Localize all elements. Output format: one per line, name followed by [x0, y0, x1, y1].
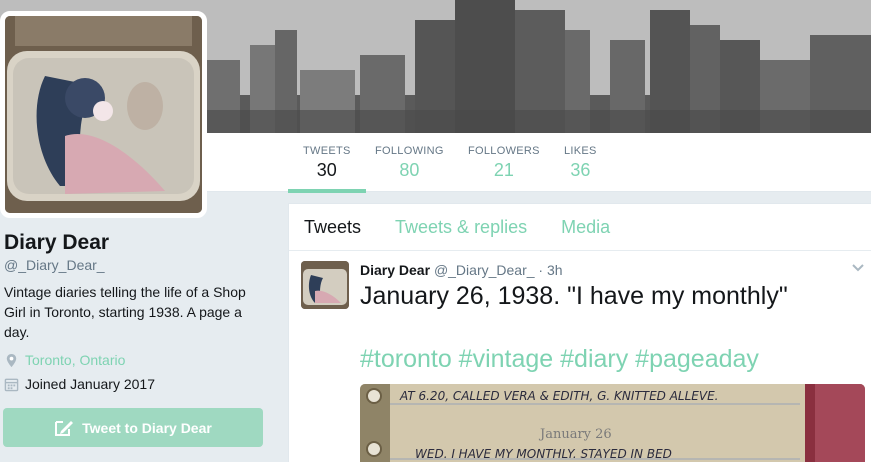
- chevron-down-icon[interactable]: [851, 260, 865, 274]
- calendar-icon: [4, 378, 19, 391]
- tweet-avatar[interactable]: [301, 261, 349, 309]
- location-pin-icon: [6, 353, 17, 367]
- compose-icon: [55, 420, 74, 436]
- profile-location: Toronto, Ontario: [4, 352, 125, 368]
- tweet-header: Diary Dear @_Diary_Dear_ · 3h: [360, 262, 563, 278]
- location-link[interactable]: Toronto, Ontario: [25, 352, 125, 368]
- profile-avatar[interactable]: [0, 11, 207, 218]
- tweet-hashtags[interactable]: #toronto #vintage #diary #pageaday: [360, 344, 759, 374]
- tweet-avatar-image: [301, 261, 349, 309]
- diary-line-1: AT 6.20, CALLED VERA & EDITH, G. KNITTED…: [399, 389, 718, 403]
- tab-tweets-replies[interactable]: Tweets & replies: [395, 217, 527, 238]
- stat-followers[interactable]: FOLLOWERS 21: [468, 145, 540, 181]
- timeline-tabs: Tweets Tweets & replies Media: [289, 204, 871, 251]
- stat-following[interactable]: FOLLOWING 80: [375, 145, 444, 181]
- tweet-to-button-label: Tweet to Diary Dear: [82, 419, 212, 436]
- tweet-text: January 26, 1938. "I have my monthly": [360, 282, 788, 310]
- tweet-media-image[interactable]: AT 6.20, CALLED VERA & EDITH, G. KNITTED…: [360, 384, 865, 462]
- tab-media[interactable]: Media: [561, 217, 610, 238]
- profile-handle: @_Diary_Dear_: [4, 257, 105, 273]
- tweet-author-name[interactable]: Diary Dear: [360, 262, 430, 278]
- joined-date: Joined January 2017: [25, 376, 155, 392]
- tweet-item[interactable]: Diary Dear @_Diary_Dear_ · 3h January 26…: [289, 252, 871, 462]
- tab-tweets[interactable]: Tweets: [304, 217, 361, 238]
- diary-line-2: WED. I HAVE MY MONTHLY. STAYED IN BED: [415, 447, 672, 461]
- profile-name[interactable]: Diary Dear: [4, 231, 109, 255]
- profile-bio: Vintage diaries telling the life of a Sh…: [4, 284, 246, 340]
- stat-likes[interactable]: LIKES 36: [564, 145, 597, 181]
- tweet-to-button[interactable]: Tweet to Diary Dear: [3, 408, 263, 447]
- timeline: Tweets Tweets & replies Media Diary Dear…: [288, 203, 871, 462]
- profile-joined: Joined January 2017: [4, 376, 155, 392]
- stat-tweets[interactable]: TWEETS 30: [288, 145, 366, 193]
- diary-date-heading: January 26: [538, 427, 612, 442]
- diary-page-image: AT 6.20, CALLED VERA & EDITH, G. KNITTED…: [360, 384, 865, 462]
- tweet-meta[interactable]: @_Diary_Dear_ · 3h: [434, 262, 563, 278]
- profile-page: TWEETS 30 FOLLOWING 80 FOLLOWERS 21 LIKE…: [0, 0, 871, 462]
- tin-portrait-image: [5, 16, 202, 213]
